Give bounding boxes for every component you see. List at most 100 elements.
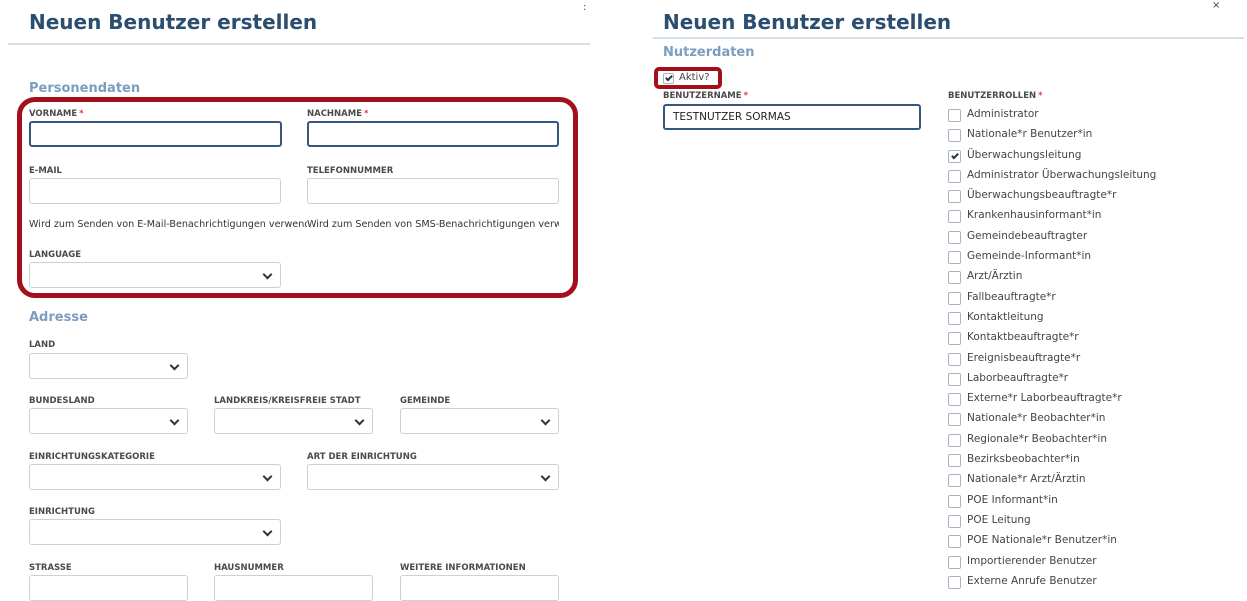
role-label: Externe*r Laborbeauftragte*r [967,392,1122,405]
role-option[interactable]: Nationale*r Beobachter*in [948,410,1238,430]
role-option[interactable]: Fallbeauftragte*r [948,289,1238,309]
chevron-down-icon [540,415,551,426]
role-checkbox[interactable] [948,149,961,163]
role-option[interactable]: Gemeinde-Informant*in [948,248,1238,268]
role-label: POE Nationale*r Benutzer*in [967,534,1117,547]
role-checkbox[interactable] [948,433,961,447]
einrichtungskategorie-select[interactable] [29,464,281,490]
role-option[interactable]: Kontaktleitung [948,309,1238,329]
landkreis-select[interactable] [214,408,373,434]
telefon-label: TELEFONNUMMER [307,166,394,176]
section-heading-adresse: Adresse [29,310,88,325]
role-label: Krankenhausinformant*in [967,209,1102,222]
role-checkbox[interactable] [948,494,961,508]
role-label: Gemeinde-Informant*in [967,250,1092,263]
role-label: Administrator [967,108,1039,120]
einrichtung-select[interactable] [29,519,281,545]
role-label: POE Leitung [967,513,1031,526]
section-heading-nutzerdaten: Nutzerdaten [663,45,755,60]
benutzername-label: BENUTZERNAME * [663,91,749,101]
email-input[interactable] [29,178,281,204]
role-option[interactable]: Regionale*r Beobachter*in [948,431,1238,451]
role-checkbox[interactable] [948,311,961,325]
land-label: LAND [29,340,56,350]
role-label: Nationale*r Benutzer*in [967,128,1093,141]
role-checkbox[interactable] [948,109,961,122]
role-option[interactable]: Nationale*r Benutzer*in [948,126,1238,146]
chevron-down-icon [262,269,273,280]
role-option[interactable]: Laborbeauftragte*r [948,370,1238,390]
role-option[interactable]: Administrator Überwachungsleitung [948,167,1238,187]
nachname-label: NACHNAME * [307,109,369,119]
role-option[interactable]: Überwachungsbeauftragte*r [948,187,1238,207]
role-option[interactable]: Nationale*r Arzt/Ärztin [948,471,1238,491]
create-user-dialog-left: Neuen Benutzer erstellen : Personendaten… [0,0,590,601]
role-checkbox[interactable] [948,230,961,244]
role-option[interactable]: Krankenhausinformant*in [948,207,1238,227]
role-checkbox[interactable] [948,291,961,305]
weitere-informationen-input[interactable] [400,575,559,601]
telefon-input[interactable] [307,178,559,204]
role-checkbox[interactable] [948,332,961,346]
land-select[interactable] [29,353,188,379]
role-checkbox[interactable] [948,474,961,488]
vorname-label: VORNAME * [29,109,84,119]
role-label: Überwachungsbeauftragte*r [967,189,1117,202]
chevron-down-icon [169,415,180,426]
art-der-einrichtung-select[interactable] [307,464,559,490]
role-checkbox[interactable] [948,413,961,427]
benutzername-input[interactable]: TESTNUTZER SORMAS [663,104,921,130]
role-checkbox[interactable] [948,190,961,204]
hausnummer-input[interactable] [214,575,373,601]
menu-icon[interactable]: : [583,2,586,13]
role-checkbox[interactable] [948,169,961,183]
role-checkbox[interactable] [948,393,961,407]
role-checkbox[interactable] [948,555,961,569]
vorname-input[interactable] [29,121,282,147]
role-option[interactable]: POE Informant*in [948,492,1238,512]
title-divider [653,37,1244,39]
role-label: Nationale*r Arzt/Ärztin [967,473,1086,486]
dialog-title: Neuen Benutzer erstellen [663,10,952,34]
role-option[interactable]: Administrator [948,106,1238,126]
einrichtungskategorie-label: EINRICHTUNGSKATEGORIE [29,452,155,462]
bundesland-select[interactable] [29,408,188,434]
role-option[interactable]: Arzt/Ärztin [948,268,1238,288]
role-label: Fallbeauftragte*r [967,290,1056,303]
weitere-informationen-label: WEITERE INFORMATIONEN [400,563,526,573]
role-checkbox[interactable] [948,575,961,589]
language-select[interactable] [29,262,281,288]
role-option[interactable]: Externe Anrufe Benutzer [948,573,1238,593]
role-checkbox[interactable] [948,454,961,468]
role-option[interactable]: POE Nationale*r Benutzer*in [948,532,1238,552]
role-checkbox[interactable] [948,514,961,528]
role-checkbox[interactable] [948,372,961,386]
role-option[interactable]: Überwachungsleitung [948,147,1238,167]
close-icon[interactable]: × [1212,0,1220,11]
role-option[interactable]: Kontaktbeauftragte*r [948,329,1238,349]
aktiv-checkbox[interactable] [663,73,674,84]
email-label: E-MAIL [29,166,62,176]
role-option[interactable]: Gemeindebeauftragter [948,228,1238,248]
nachname-input[interactable] [307,121,559,147]
role-label: Regionale*r Beobachter*in [967,432,1107,445]
required-marker: * [79,109,84,119]
role-option[interactable]: Bezirksbeobachter*in [948,451,1238,471]
role-checkbox[interactable] [948,352,961,366]
aktiv-label: Aktiv? [679,72,710,83]
role-option[interactable]: Importierender Benutzer [948,553,1238,573]
role-checkbox[interactable] [948,210,961,224]
chevron-down-icon [540,471,551,482]
role-option[interactable]: Ereignisbeauftragte*r [948,350,1238,370]
role-checkbox[interactable] [948,535,961,549]
role-option[interactable]: POE Leitung [948,512,1238,532]
gemeinde-select[interactable] [400,408,559,434]
role-option[interactable]: Externe*r Laborbeauftragte*r [948,390,1238,410]
role-checkbox[interactable] [948,271,961,285]
role-label: Bezirksbeobachter*in [967,453,1080,466]
role-checkbox[interactable] [948,251,961,265]
user-roles-list: Administrator Nationale*r Benutzer*in Über… [948,106,1238,593]
create-user-dialog-right: Neuen Benutzer erstellen × Nutzerdaten A… [635,0,1247,598]
role-checkbox[interactable] [948,129,961,143]
strasse-input[interactable] [29,575,188,601]
